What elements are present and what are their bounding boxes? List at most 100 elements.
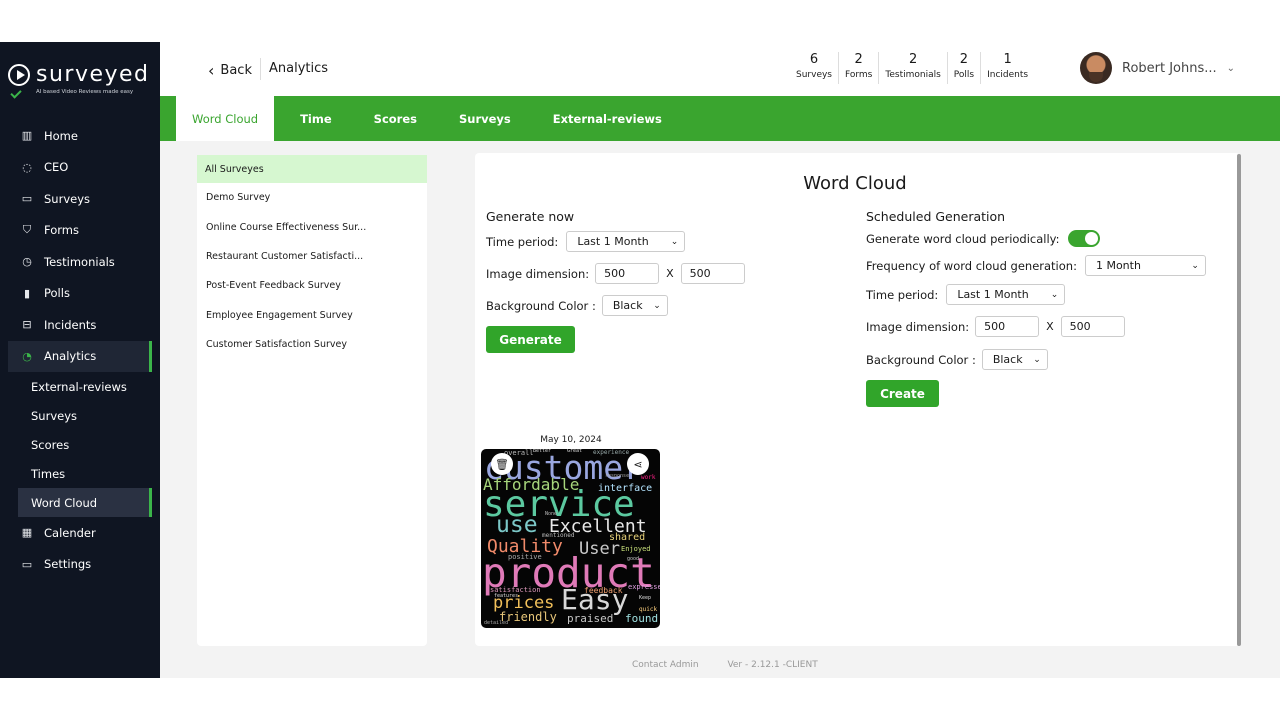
- avatar: [1080, 52, 1112, 84]
- survey-list-item[interactable]: Post-Event Feedback Survey: [197, 271, 427, 300]
- scheduled-heading: Scheduled Generation: [866, 209, 1006, 224]
- back-button[interactable]: ‹ Back: [208, 61, 252, 80]
- sidebar-subitem-scores[interactable]: Scores: [0, 430, 160, 459]
- stat-value: 2: [854, 52, 863, 67]
- survey-list-item[interactable]: Employee Engagement Survey: [197, 301, 427, 330]
- sched-time-period-select[interactable]: Last 1 Month ⌄: [946, 284, 1066, 305]
- survey-list-item[interactable]: Online Course Effectiveness Sur...: [197, 212, 427, 241]
- stat-surveys[interactable]: 6 Surveys: [790, 52, 839, 84]
- word-cloud-word: detailed: [484, 620, 509, 626]
- page-footer: Contact Admin Ver - 2.12.1 -CLIENT: [632, 660, 844, 670]
- frequency-label: Frequency of word cloud generation:: [866, 258, 1077, 273]
- word-cloud-word: shared: [609, 532, 646, 543]
- share-icon[interactable]: ⋖: [627, 453, 649, 475]
- word-cloud-word: interface: [598, 483, 653, 494]
- sidebar-subitem-surveys[interactable]: Surveys: [0, 401, 160, 430]
- bar-chart-icon: ▮: [23, 286, 31, 300]
- sidebar-item-home[interactable]: ▥ Home: [0, 120, 160, 152]
- gen-height-input[interactable]: 500: [680, 263, 745, 284]
- gen-dimension-label: Image dimension:: [486, 266, 590, 281]
- window-icon: ▭: [21, 557, 33, 571]
- word-cloud-word: positive: [508, 553, 542, 561]
- sidebar-item-label: Home: [44, 128, 78, 143]
- gen-bg-label: Background Color :: [486, 298, 596, 313]
- trash-icon[interactable]: 🗑: [491, 453, 513, 475]
- stat-label: Polls: [953, 70, 975, 80]
- survey-list-item[interactable]: Demo Survey: [197, 183, 427, 212]
- sidebar-item-ceo[interactable]: ◌ CEO: [0, 152, 160, 184]
- brand-name: surveyed: [36, 62, 150, 87]
- sidebar-item-analytics[interactable]: ◔ Analytics: [8, 340, 152, 372]
- periodic-label: Generate word cloud periodically:: [866, 231, 1060, 246]
- word-cloud-word: use: [496, 512, 538, 538]
- pie-icon: ◔: [22, 349, 32, 363]
- sidebar-item-forms[interactable]: ⛉ Forms: [0, 215, 160, 247]
- version-text: Ver - 2.12.1 -CLIENT: [727, 660, 818, 670]
- generate-now-heading: Generate now: [486, 209, 575, 224]
- frequency-value: 1 Month: [1095, 259, 1141, 272]
- sidebar-item-incidents[interactable]: ⊟ Incidents: [0, 309, 160, 341]
- check-logo-icon: [10, 87, 22, 99]
- gen-width-input[interactable]: 500: [595, 263, 660, 284]
- create-button[interactable]: Create: [866, 380, 939, 407]
- tab-scores[interactable]: Scores: [358, 96, 433, 141]
- gen-bg-value: Black: [612, 299, 643, 312]
- sidebar-item-label: Incidents: [44, 317, 97, 332]
- sidebar-subitem-times[interactable]: Times: [0, 459, 160, 488]
- word-cloud-image[interactable]: customer service product Affordable use …: [481, 449, 660, 628]
- tab-external-reviews[interactable]: External-reviews: [537, 96, 678, 141]
- gen-bg-select[interactable]: Black ⌄: [601, 295, 668, 316]
- stat-incidents[interactable]: 1 Incidents: [981, 52, 1034, 84]
- word-cloud-title: Word Cloud: [803, 173, 907, 194]
- stats-bar: 6 Surveys 2 Forms 2 Testimonials 2 Polls 1 In…: [790, 52, 1034, 84]
- tab-surveys[interactable]: Surveys: [443, 96, 527, 141]
- sidebar-subitem-external-reviews[interactable]: External-reviews: [0, 372, 160, 401]
- chevron-down-icon: ⌄: [1191, 260, 1199, 271]
- survey-list-item[interactable]: Restaurant Customer Satisfacti...: [197, 242, 427, 271]
- gen-time-period-select[interactable]: Last 1 Month ⌄: [566, 231, 686, 252]
- sidebar-item-surveys[interactable]: ▭ Surveys: [0, 183, 160, 215]
- word-cloud-word: found: [625, 612, 659, 625]
- word-cloud-word: experience: [593, 449, 630, 456]
- sched-bg-select[interactable]: Black ⌄: [981, 349, 1048, 370]
- sidebar-item-calender[interactable]: ▦ Calender: [0, 517, 160, 549]
- sched-width-input[interactable]: 500: [975, 316, 1040, 337]
- brand-tagline: AI based Video Reviews made easy: [36, 89, 134, 95]
- generate-button[interactable]: Generate: [486, 326, 575, 353]
- stat-testimonials[interactable]: 2 Testimonials: [879, 52, 948, 84]
- user-menu[interactable]: Robert Johns... ⌄: [1080, 52, 1235, 84]
- tab-time[interactable]: Time: [284, 96, 348, 141]
- survey-list-item-all[interactable]: All Surveyes: [197, 155, 427, 183]
- sidebar-item-testimonials[interactable]: ◷ Testimonials: [0, 246, 160, 278]
- frequency-select[interactable]: 1 Month ⌄: [1084, 255, 1206, 276]
- tab-word-cloud[interactable]: Word Cloud: [176, 96, 275, 141]
- word-cloud-word: feedback: [584, 586, 623, 595]
- stat-label: Surveys: [796, 70, 832, 80]
- dimension-separator: X: [666, 267, 674, 280]
- word-cloud-word: work: [641, 474, 656, 481]
- contact-admin-link[interactable]: Contact Admin: [632, 660, 699, 670]
- stat-polls[interactable]: 2 Polls: [948, 52, 982, 84]
- sidebar-item-label: Testimonials: [44, 254, 115, 269]
- gen-time-period-value: Last 1 Month: [577, 235, 649, 248]
- periodic-toggle[interactable]: [1067, 230, 1100, 247]
- panel-scrollbar[interactable]: [1237, 154, 1241, 646]
- stat-label: Incidents: [987, 70, 1029, 80]
- sidebar-item-polls[interactable]: ▮ Polls: [0, 278, 160, 310]
- word-cloud-word: Enjoyed: [621, 545, 651, 553]
- sidebar-subitem-word-cloud[interactable]: Word Cloud: [18, 488, 152, 517]
- brand-logo[interactable]: surveyed AI based Video Reviews made eas…: [8, 62, 158, 102]
- sidebar-item-label: Polls: [44, 286, 70, 301]
- word-cloud-word: quick: [639, 606, 658, 613]
- stat-value: 1: [1003, 52, 1012, 67]
- sidebar-item-settings[interactable]: ▭ Settings: [0, 549, 160, 581]
- sidebar-item-label: Surveys: [44, 191, 90, 206]
- survey-list-panel: All Surveyes Demo Survey Online Course E…: [197, 155, 427, 646]
- sched-height-input[interactable]: 500: [1060, 316, 1125, 337]
- stat-forms[interactable]: 2 Forms: [839, 52, 880, 84]
- survey-list-item[interactable]: Customer Satisfaction Survey: [197, 330, 427, 359]
- sched-dimension-label: Image dimension:: [866, 319, 970, 334]
- shield-check-icon: ⛉: [22, 223, 32, 237]
- stat-label: Testimonials: [885, 70, 941, 80]
- dimension-separator: X: [1046, 320, 1054, 333]
